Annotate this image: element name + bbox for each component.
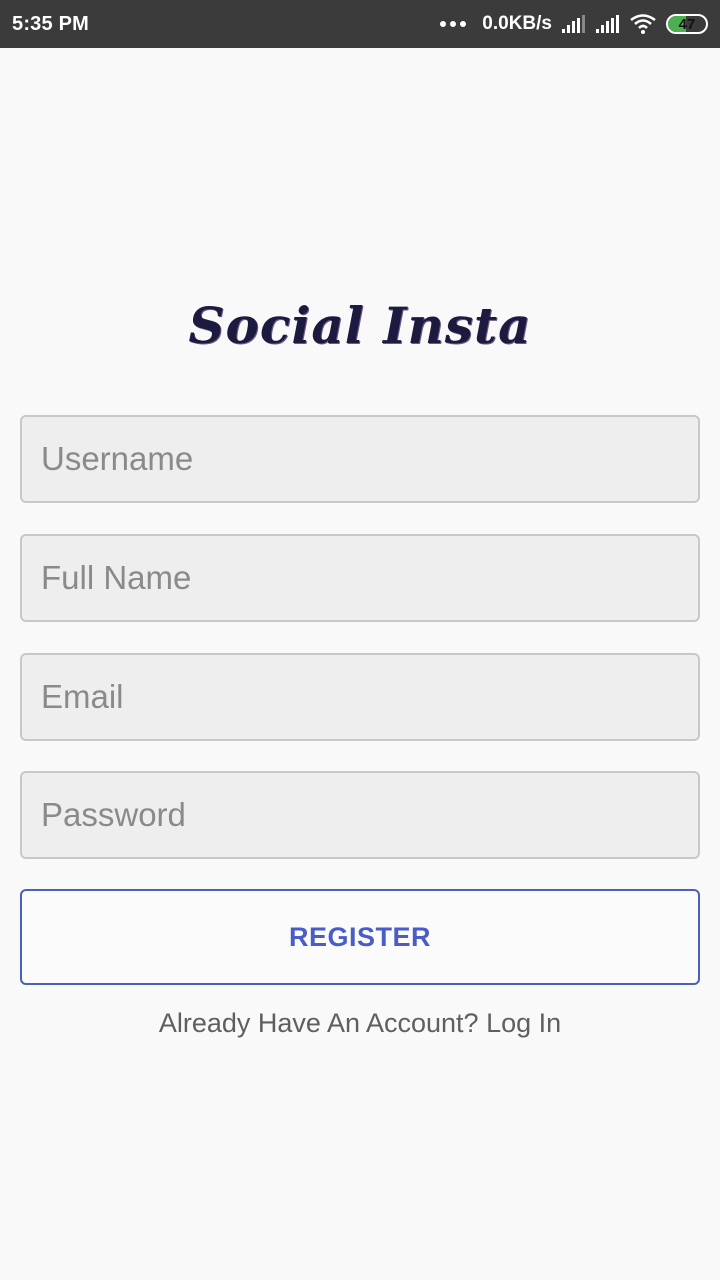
app-logo: Social Insta (188, 296, 532, 355)
register-button[interactable]: REGISTER (20, 889, 700, 985)
password-input[interactable] (20, 771, 700, 859)
username-input[interactable] (20, 415, 700, 503)
battery-level: 47 (678, 15, 696, 33)
battery-icon: 47 (666, 14, 708, 34)
wifi-icon (630, 14, 656, 34)
signal-icon (596, 15, 619, 33)
email-input[interactable] (20, 653, 700, 741)
status-icons: 0.0KB/s 47 (440, 13, 708, 35)
network-speed: 0.0KB/s (482, 13, 552, 34)
status-time: 5:35 PM (12, 12, 89, 35)
fullname-input[interactable] (20, 534, 700, 622)
status-bar: 5:35 PM 0.0KB/s 47 (0, 0, 720, 48)
signal-icon (562, 15, 585, 33)
login-link[interactable]: Already Have An Account? Log In (0, 1008, 720, 1039)
more-dots-icon (440, 21, 467, 27)
